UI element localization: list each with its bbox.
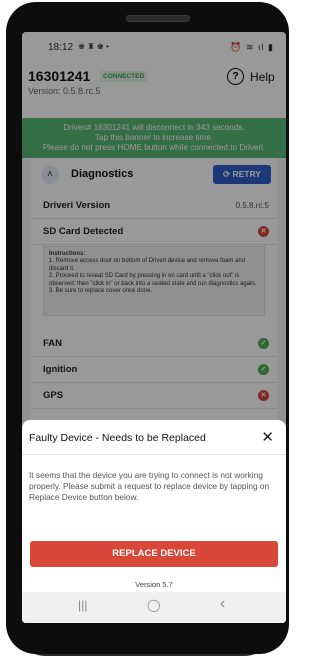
- sheet-title: Faulty Device - Needs to be Replaced: [29, 432, 206, 444]
- divider: [22, 454, 286, 455]
- android-nav-bar: ||| ◯ ‹: [22, 592, 286, 623]
- modal-scrim[interactable]: [22, 32, 286, 428]
- close-icon[interactable]: ✕: [261, 428, 274, 446]
- phone-screen: 18:12 ♚ ♜ ♚ • ⏰ ≋ ıl ▮ 16301241 CONNECTE…: [22, 32, 286, 623]
- recents-icon[interactable]: |||: [78, 598, 87, 612]
- replace-device-button[interactable]: REPLACE DEVICE: [30, 541, 278, 567]
- home-icon[interactable]: ◯: [147, 598, 160, 612]
- app-version: Version 5.7: [135, 580, 173, 589]
- back-icon[interactable]: ‹: [220, 595, 225, 613]
- sheet-message: It seems that the device you are trying …: [29, 470, 270, 502]
- phone-speaker: [126, 15, 190, 22]
